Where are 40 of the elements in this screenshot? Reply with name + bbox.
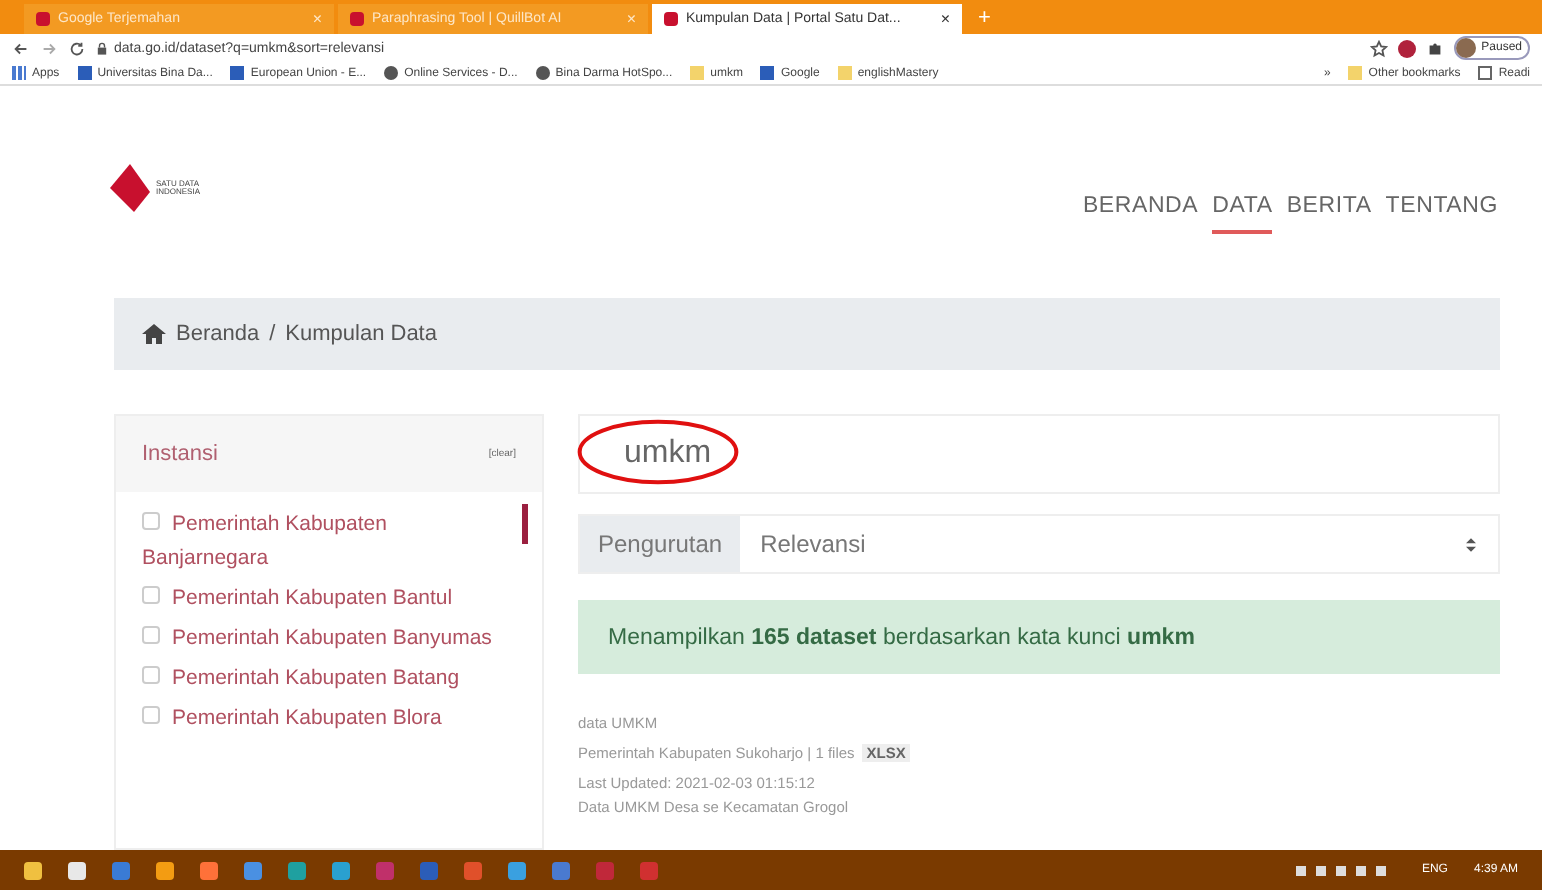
back-icon[interactable] <box>12 39 30 57</box>
taskbar-app-icon[interactable] <box>156 861 174 879</box>
caret-icon <box>1466 537 1476 551</box>
filter-option[interactable]: Pemerintah Kabupaten Bantul <box>142 582 502 616</box>
favicon-icon <box>664 12 678 26</box>
breadcrumb-current: Kumpulan Data <box>285 322 437 346</box>
taskbar-app-icon[interactable] <box>68 861 86 879</box>
favicon-icon <box>36 12 50 26</box>
filter-option[interactable]: Pemerintah Kabupaten Banjarnegara <box>142 508 502 576</box>
breadcrumb-separator: / <box>269 322 276 346</box>
checkbox[interactable] <box>142 586 160 604</box>
extension-icon[interactable] <box>1397 39 1416 57</box>
sort-select[interactable]: Pengurutan Relevansi <box>578 514 1500 574</box>
forward-icon[interactable] <box>40 39 58 57</box>
checkbox[interactable] <box>142 626 160 644</box>
checkbox[interactable] <box>142 512 160 530</box>
favicon-icon <box>350 12 364 26</box>
nav-link[interactable]: BERITA <box>1286 194 1372 234</box>
sort-label: Pengurutan <box>580 516 741 572</box>
reload-icon[interactable] <box>68 39 86 57</box>
taskbar-app-icon[interactable] <box>508 861 526 879</box>
filter-title: Instansi <box>142 442 218 466</box>
nav-link[interactable]: TENTANG <box>1385 194 1498 234</box>
star-icon[interactable] <box>1369 39 1388 57</box>
filter-option[interactable]: Pemerintah Kabupaten Batang <box>142 662 502 696</box>
search-field[interactable]: umkm <box>578 414 1500 494</box>
result-alert: Menampilkan 165 dataset berdasarkan kata kunci umkm <box>578 600 1500 674</box>
home-icon <box>142 324 166 344</box>
checkbox[interactable] <box>142 706 160 724</box>
taskbar-app-icon[interactable] <box>332 861 350 879</box>
taskbar-app-icon[interactable] <box>200 861 218 879</box>
filter-option[interactable]: Pemerintah Kabupaten Blora <box>142 702 502 736</box>
checkbox[interactable] <box>142 666 160 684</box>
close-tab-button[interactable]: × <box>940 10 950 28</box>
filter-option[interactable]: Pemerintah Kabupaten Banyumas <box>142 622 502 656</box>
nav-link[interactable]: BERANDA <box>1082 194 1199 234</box>
nav-link[interactable]: DATA <box>1212 194 1273 234</box>
breadcrumb-link[interactable]: Beranda <box>176 322 260 346</box>
scrollbar-thumb[interactable] <box>522 504 528 544</box>
taskbar-app-icon[interactable] <box>24 861 42 879</box>
